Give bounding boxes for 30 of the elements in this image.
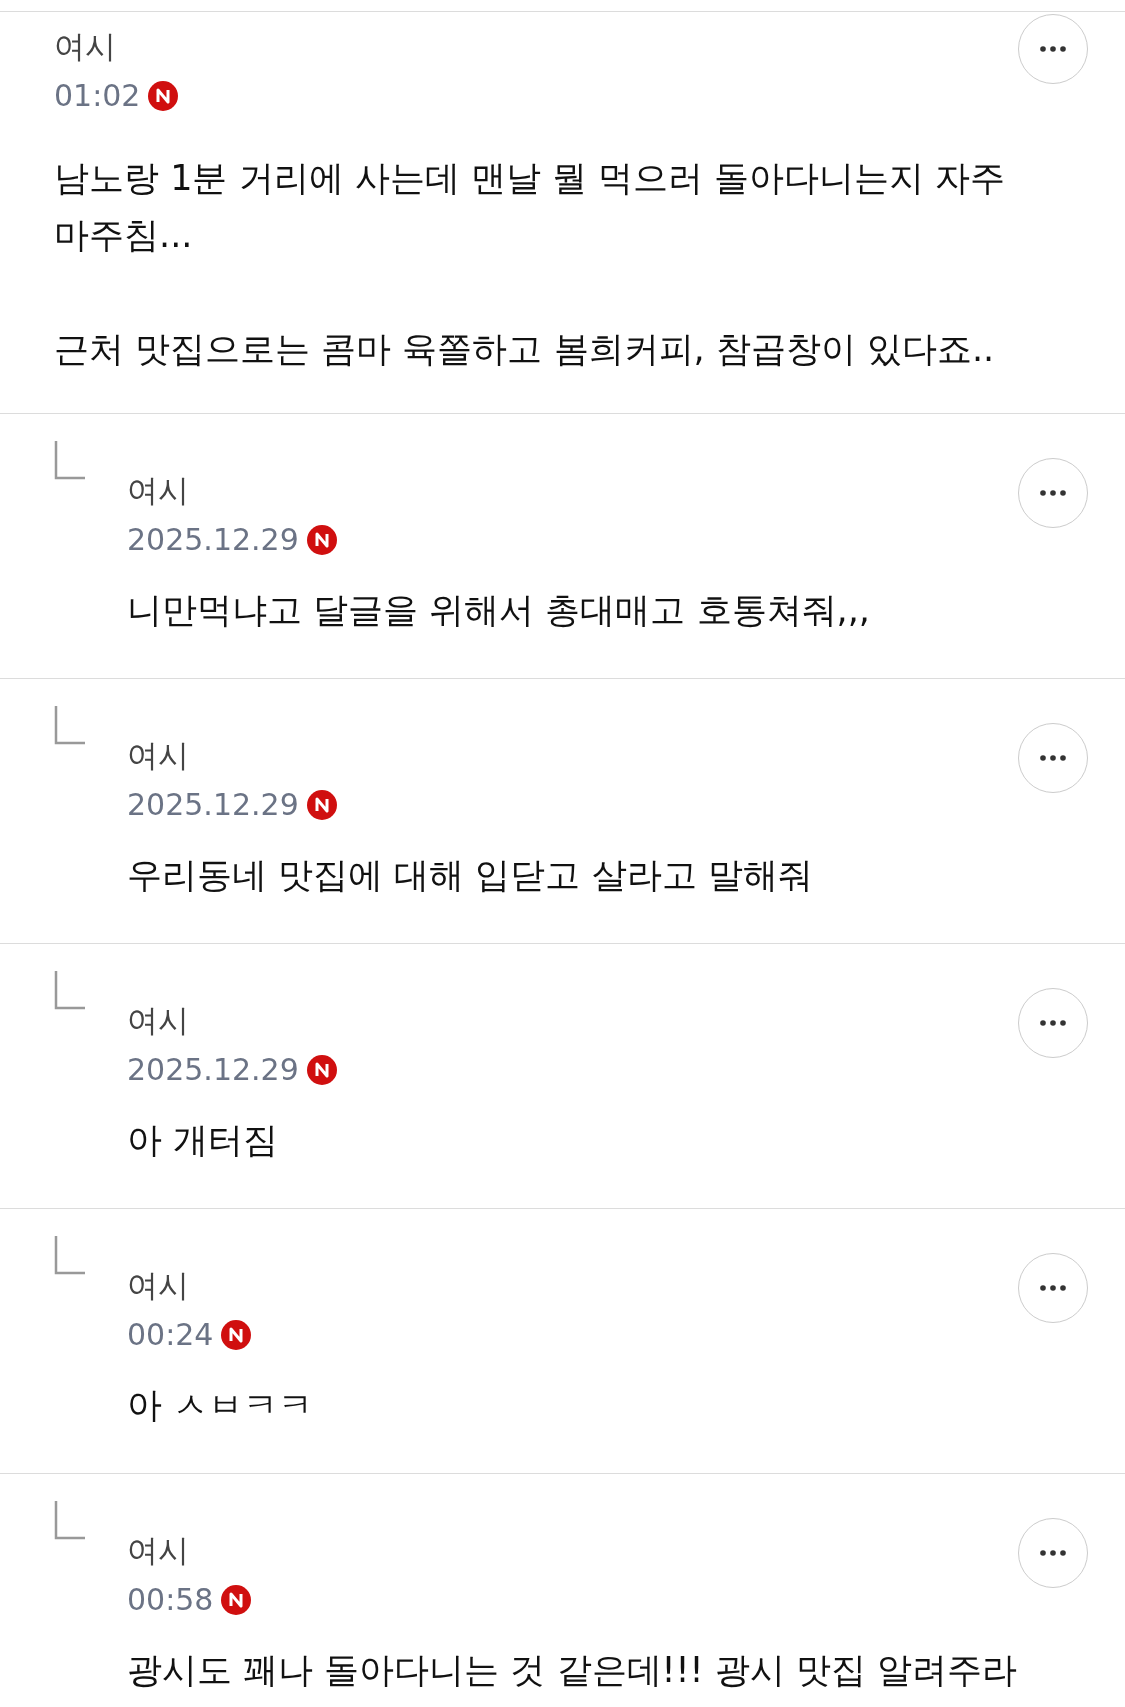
logo-icon bbox=[306, 1055, 337, 1085]
comment-text: 남노랑 1분 거리에 사는데 맨날 뭘 먹으러 돌아다니는지 자주 마주침... 근처 맛집으로는 콤마 육쫄하고 봄희커피, 참곱창이 있다죠.. bbox=[54, 157, 1007, 371]
more-icon bbox=[1040, 1020, 1066, 1026]
comment-time: 2025.12.29 bbox=[127, 786, 299, 824]
comment-text: 아 ㅅㅂㅋㅋ bbox=[127, 1384, 315, 1427]
logo-icon bbox=[306, 525, 337, 555]
more-icon bbox=[1040, 1285, 1066, 1291]
comment-text: 니만먹냐고 달글을 위해서 총대매고 호통쳐줘,,, bbox=[127, 589, 871, 632]
comment-text: 우리동네 맛집에 대해 입닫고 살라고 말해줘 bbox=[127, 854, 814, 897]
more-icon bbox=[1040, 46, 1066, 52]
more-icon bbox=[1040, 755, 1066, 761]
comment-time: 00:24 bbox=[127, 1316, 214, 1354]
comment-text: 아 개터짐 bbox=[127, 1119, 280, 1162]
author-name: 여시 bbox=[127, 1001, 190, 1040]
author-name: 여시 bbox=[127, 1266, 190, 1305]
more-icon bbox=[1040, 490, 1066, 496]
author-name: 여시 bbox=[127, 736, 190, 775]
comment-time: 01:02 bbox=[54, 77, 141, 115]
comment-text: 광시도 꽤나 돌아다니는 것 같은데!!! 광시 맛집 알려주라 bbox=[127, 1649, 1018, 1692]
author-name: 여시 bbox=[54, 27, 117, 66]
author-name: 여시 bbox=[127, 1531, 190, 1570]
comment-time: 2025.12.29 bbox=[127, 1051, 299, 1089]
logo-icon bbox=[221, 1320, 252, 1350]
more-icon bbox=[1040, 1550, 1066, 1556]
comment-time: 2025.12.29 bbox=[127, 521, 299, 559]
logo-icon bbox=[306, 790, 337, 820]
logo-icon bbox=[148, 81, 179, 111]
logo-icon bbox=[221, 1585, 252, 1615]
author-name: 여시 bbox=[127, 471, 190, 510]
comment-time: 00:58 bbox=[127, 1581, 214, 1619]
